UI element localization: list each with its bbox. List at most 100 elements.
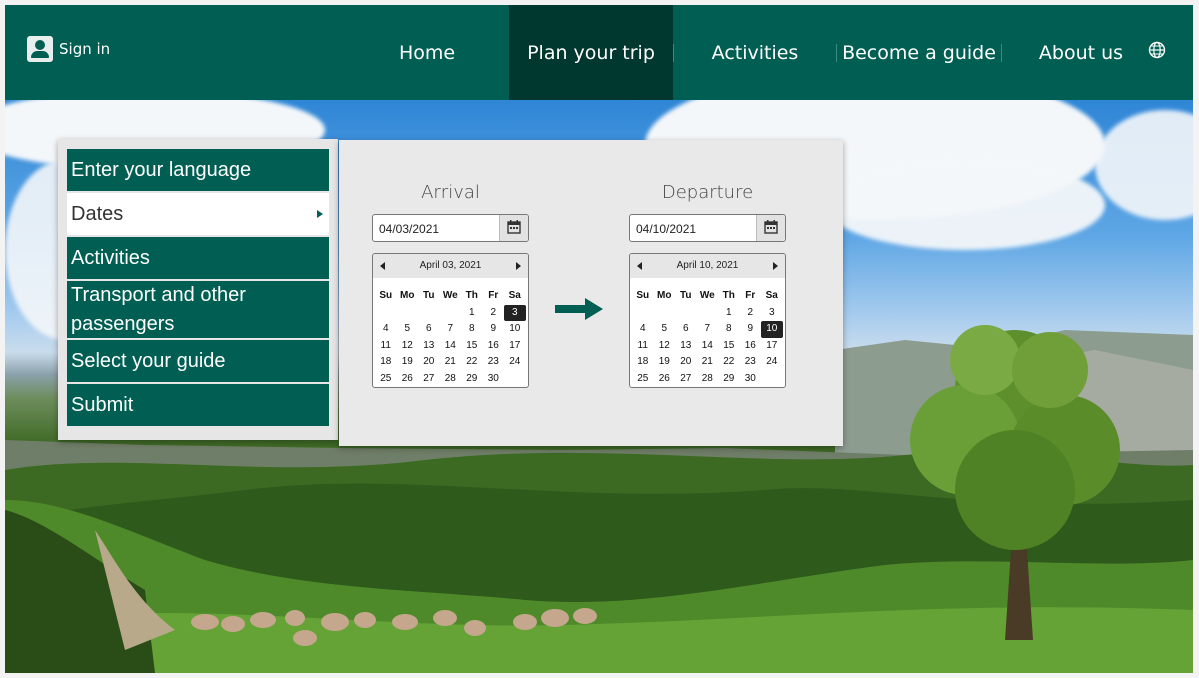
menu-item-activities[interactable]: Activities: [67, 237, 329, 279]
calendar-day[interactable]: 17: [504, 338, 526, 355]
calendar-empty-cell: [761, 371, 783, 388]
calendar-day[interactable]: 25: [375, 371, 397, 388]
weekday-label: Mo: [657, 290, 672, 301]
weekday-label: Fr: [745, 290, 756, 301]
nav-activities[interactable]: Activities: [674, 5, 836, 100]
nav-become-a-guide-label: Become a guide: [842, 41, 996, 64]
calendar-day[interactable]: 23: [740, 354, 762, 371]
calendar-day[interactable]: 26: [654, 371, 676, 388]
calendar-day[interactable]: 9: [740, 321, 762, 338]
calendar-day[interactable]: 19: [397, 354, 419, 371]
calendar-day[interactable]: 8: [718, 321, 740, 338]
calendar-day[interactable]: 17: [761, 338, 783, 355]
calendar-empty-cell: [375, 305, 397, 322]
calendar-day[interactable]: 1: [718, 305, 740, 322]
calendar-day[interactable]: 21: [697, 354, 719, 371]
calendar-day[interactable]: 11: [375, 338, 397, 355]
calendar-day[interactable]: 18: [632, 354, 654, 371]
calendar-button[interactable]: [499, 215, 528, 241]
calendar-day[interactable]: 6: [418, 321, 440, 338]
calendar-day[interactable]: 29: [461, 371, 483, 388]
calendar-header: April 03, 2021: [373, 254, 528, 278]
calendar-day[interactable]: 14: [697, 338, 719, 355]
nav-become-a-guide[interactable]: Become a guide: [837, 5, 1001, 100]
calendar-day[interactable]: 29: [718, 371, 740, 388]
sign-in-label: Sign in: [59, 40, 111, 58]
nav-about-us[interactable]: About us: [1002, 5, 1160, 100]
calendar-day[interactable]: 10: [761, 321, 783, 338]
departure-date-input[interactable]: 04/10/2021: [629, 214, 786, 242]
calendar-day[interactable]: 13: [675, 338, 697, 355]
calendar-day[interactable]: 23: [483, 354, 505, 371]
menu-item-label: Transport and other passengers: [71, 284, 246, 335]
week-row: 11 12 13 14 15 16 17: [632, 338, 783, 355]
weekday-row: Su Mo Tu We Th Fr Sa: [375, 288, 526, 305]
arrival-date-input[interactable]: 04/03/2021: [372, 214, 529, 242]
calendar-day[interactable]: 5: [397, 321, 419, 338]
globe-icon[interactable]: [1148, 41, 1166, 59]
week-row: 25 26 27 28 29 30: [632, 371, 783, 388]
calendar-day[interactable]: 15: [718, 338, 740, 355]
menu-item-language[interactable]: Enter your language: [67, 149, 329, 191]
menu-item-select-guide[interactable]: Select your guide: [67, 340, 329, 382]
menu-item-dates[interactable]: Dates: [67, 193, 329, 235]
calendar-day[interactable]: 9: [483, 321, 505, 338]
calendar-day[interactable]: 7: [440, 321, 462, 338]
calendar-grid: Su Mo Tu We Th Fr Sa 1 2 3 4 5 6 7 8 9 10 11 12 13 14 15 16 17 1…: [632, 288, 783, 387]
menu-item-submit[interactable]: Submit: [67, 384, 329, 426]
arrival-calendar: April 03, 2021 Su Mo Tu We Th Fr Sa 1 2 3 4 5 6 7 8 9 10…: [372, 253, 529, 388]
calendar-day[interactable]: 19: [654, 354, 676, 371]
calendar-day[interactable]: 13: [418, 338, 440, 355]
calendar-day[interactable]: 30: [740, 371, 762, 388]
calendar-day[interactable]: 21: [440, 354, 462, 371]
calendar-day[interactable]: 27: [418, 371, 440, 388]
calendar-day[interactable]: 5: [654, 321, 676, 338]
calendar-day[interactable]: 16: [483, 338, 505, 355]
calendar-day[interactable]: 24: [761, 354, 783, 371]
calendar-day[interactable]: 7: [697, 321, 719, 338]
next-month-icon[interactable]: [516, 262, 521, 270]
calendar-day[interactable]: 11: [632, 338, 654, 355]
calendar-day[interactable]: 4: [632, 321, 654, 338]
calendar-day[interactable]: 15: [461, 338, 483, 355]
calendar-day[interactable]: 28: [440, 371, 462, 388]
week-row: 4 5 6 7 8 9 10: [632, 321, 783, 338]
calendar-button[interactable]: [756, 215, 785, 241]
week-row: 18 19 20 21 22 23 24: [632, 354, 783, 371]
calendar-day[interactable]: 2: [740, 305, 762, 322]
calendar-day[interactable]: 3: [504, 304, 526, 321]
calendar-day[interactable]: 1: [461, 305, 483, 322]
trip-steps-menu: Enter your language Dates Activities Tra…: [58, 139, 338, 440]
calendar-day[interactable]: 25: [632, 371, 654, 388]
calendar-day[interactable]: 16: [740, 338, 762, 355]
calendar-day[interactable]: 18: [375, 354, 397, 371]
calendar-header: April 10, 2021: [630, 254, 785, 278]
calendar-day[interactable]: 4: [375, 321, 397, 338]
calendar-day[interactable]: 3: [761, 305, 783, 322]
next-month-icon[interactable]: [773, 262, 778, 270]
calendar-day[interactable]: 28: [697, 371, 719, 388]
calendar-day[interactable]: 22: [461, 354, 483, 371]
sign-in-button[interactable]: Sign in: [27, 36, 110, 62]
calendar-day[interactable]: 10: [504, 321, 526, 338]
calendar-day[interactable]: 6: [675, 321, 697, 338]
nav-home[interactable]: Home: [345, 5, 509, 100]
week-row: 25 26 27 28 29 30: [375, 371, 526, 388]
calendar-day[interactable]: 2: [483, 305, 505, 322]
calendar-day[interactable]: 12: [654, 338, 676, 355]
calendar-day[interactable]: 12: [397, 338, 419, 355]
nav-home-label: Home: [398, 41, 456, 64]
main-nav: Home Plan your trip Activities Become a …: [345, 5, 1160, 100]
nav-plan-your-trip[interactable]: Plan your trip: [509, 5, 673, 100]
calendar-day[interactable]: 20: [675, 354, 697, 371]
chevron-right-icon: [317, 210, 323, 218]
calendar-day[interactable]: 14: [440, 338, 462, 355]
calendar-day[interactable]: 24: [504, 354, 526, 371]
calendar-day[interactable]: 8: [461, 321, 483, 338]
calendar-day[interactable]: 22: [718, 354, 740, 371]
calendar-day[interactable]: 26: [397, 371, 419, 388]
calendar-day[interactable]: 20: [418, 354, 440, 371]
calendar-day[interactable]: 27: [675, 371, 697, 388]
calendar-day[interactable]: 30: [483, 371, 505, 388]
menu-item-transport[interactable]: Transport and other passengers: [67, 281, 329, 338]
